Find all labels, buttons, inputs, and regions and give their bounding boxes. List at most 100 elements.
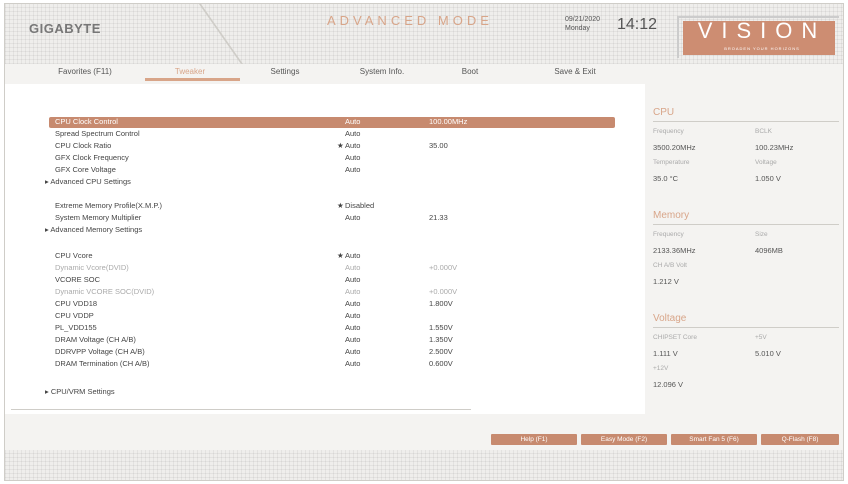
setting-value: Auto — [345, 141, 361, 150]
submenu-advanced-cpu[interactable]: ▸ Advanced CPU Settings — [45, 177, 615, 188]
setting-value: Auto — [345, 287, 361, 296]
setting-value: Auto — [345, 213, 361, 222]
memory-frequency-label: Frequency — [653, 231, 684, 238]
voltage-section-title: Voltage — [653, 313, 687, 324]
memory-volt-label: CH A/B Volt — [653, 262, 687, 269]
help-button[interactable]: Help (F1) — [491, 434, 577, 445]
cpu-frequency-value: 3500.20MHz — [653, 143, 696, 152]
plus12v-label: +12V — [653, 365, 669, 372]
memory-size-value: 4096MB — [755, 246, 783, 255]
setting-label: CPU VDDP — [55, 311, 94, 320]
setting-label: System Memory Multiplier — [55, 213, 142, 222]
cpu-temperature-value: 35.0 °C — [653, 174, 679, 183]
smart-fan-button[interactable]: Smart Fan 5 (F6) — [671, 434, 757, 445]
star-icon: ★ — [337, 141, 344, 150]
time-display: 14:12 — [617, 16, 658, 33]
setting-row-spread-spectrum[interactable]: Spread Spectrum Control Auto — [49, 129, 615, 140]
setting-row-cpu-vdd18[interactable]: CPU VDD18 Auto 1.800V — [49, 299, 615, 310]
cpu-temperature-label: Temperature — [653, 159, 690, 166]
submenu-label: ▸ CPU/VRM Settings — [45, 387, 115, 396]
setting-value: Auto — [345, 129, 361, 138]
setting-row-cpu-clock-ratio[interactable]: CPU Clock Ratio ★ Auto 35.00 — [49, 141, 615, 152]
setting-label: GFX Clock Frequency — [55, 153, 129, 162]
setting-label: CPU Vcore — [55, 251, 93, 260]
setting-label: Spread Spectrum Control — [55, 129, 140, 138]
cpu-voltage-label: Voltage — [755, 159, 777, 166]
brand-logo: GIGABYTE — [29, 21, 101, 36]
plus5v-label: +5V — [755, 334, 767, 341]
setting-readout: 100.00MHz — [429, 117, 468, 126]
setting-label: DRAM Termination (CH A/B) — [55, 359, 150, 368]
setting-row-vcore-soc[interactable]: VCORE SOC Auto — [49, 275, 615, 286]
tab-settings[interactable]: Settings — [250, 67, 320, 76]
memory-volt-value: 1.212 V — [653, 277, 679, 286]
setting-value: Auto — [345, 311, 361, 320]
tab-save-exit[interactable]: Save & Exit — [540, 67, 610, 76]
setting-readout: 1.350V — [429, 335, 453, 344]
setting-row-dynamic-vcore[interactable]: Dynamic Vcore(DVID) Auto +0.000V — [49, 263, 615, 274]
setting-row-cpu-clock-control[interactable]: CPU Clock Control Auto 100.00MHz — [49, 117, 615, 128]
setting-readout: +0.000V — [429, 287, 458, 296]
setting-value: Auto — [345, 347, 361, 356]
setting-row-gfx-voltage[interactable]: GFX Core Voltage Auto — [49, 165, 615, 176]
vision-logo: VISION — [697, 18, 827, 43]
setting-label: CPU Clock Ratio — [55, 141, 112, 150]
tab-boot[interactable]: Boot — [435, 67, 505, 76]
setting-readout: 0.600V — [429, 359, 453, 368]
setting-value: Auto — [345, 275, 361, 284]
setting-label: DDRVPP Voltage (CH A/B) — [55, 347, 145, 356]
tab-favorites[interactable]: Favorites (F11) — [50, 67, 120, 76]
memory-section-title: Memory — [653, 210, 690, 221]
plus12v-value: 12.096 V — [653, 380, 684, 389]
setting-row-pl-vdd155[interactable]: PL_VDD155 Auto 1.550V — [49, 323, 615, 334]
setting-readout: +0.000V — [429, 263, 458, 272]
setting-value: Auto — [345, 165, 361, 174]
q-flash-button[interactable]: Q-Flash (F8) — [761, 434, 839, 445]
bios-frame: GIGABYTE ADVANCED MODE 09/21/2020 Monday… — [4, 3, 844, 481]
submenu-advanced-memory[interactable]: ▸ Advanced Memory Settings — [45, 225, 615, 236]
memory-frequency-value: 2133.36MHz — [653, 246, 696, 255]
cpu-bclk-label: BCLK — [755, 128, 772, 135]
cpu-voltage-value: 1.050 V — [755, 174, 781, 183]
tab-system-info[interactable]: System Info. — [347, 67, 417, 76]
cpu-section-title: CPU — [653, 107, 675, 118]
date-display: 09/21/2020 Monday — [565, 15, 600, 33]
setting-value: Auto — [345, 263, 361, 272]
weekday-text: Monday — [565, 25, 590, 32]
setting-value: Auto — [345, 299, 361, 308]
setting-row-dram-voltage[interactable]: DRAM Voltage (CH A/B) Auto 1.350V — [49, 335, 615, 346]
content-divider — [11, 409, 471, 410]
setting-label: Extreme Memory Profile(X.M.P.) — [55, 201, 162, 210]
setting-row-cpu-vddp[interactable]: CPU VDDP Auto — [49, 311, 615, 322]
setting-row-ddrvpp-voltage[interactable]: DDRVPP Voltage (CH A/B) Auto 2.500V — [49, 347, 615, 358]
active-tab-underline — [145, 78, 240, 81]
setting-readout: 21.33 — [429, 213, 448, 222]
plus5v-value: 5.010 V — [755, 349, 781, 358]
footer-texture — [5, 450, 843, 480]
submenu-cpu-vrm[interactable]: ▸ CPU/VRM Settings — [45, 387, 615, 398]
tab-tweaker[interactable]: Tweaker — [155, 67, 225, 76]
cpu-bclk-value: 100.23MHz — [755, 143, 794, 152]
setting-value: Auto — [345, 117, 361, 126]
setting-value: Auto — [345, 153, 361, 162]
voltage-section-line — [653, 327, 839, 328]
star-icon: ★ — [337, 251, 344, 260]
setting-value: Disabled — [345, 201, 375, 210]
setting-readout: 2.500V — [429, 347, 453, 356]
memory-size-label: Size — [755, 231, 768, 238]
setting-row-cpu-vcore[interactable]: CPU Vcore ★ Auto — [49, 251, 615, 262]
mode-title: ADVANCED MODE — [327, 13, 493, 28]
setting-row-dram-termination[interactable]: DRAM Termination (CH A/B) Auto 0.600V — [49, 359, 615, 370]
setting-row-xmp[interactable]: Extreme Memory Profile(X.M.P.) ★ Disable… — [49, 201, 615, 212]
cpu-section-line — [653, 121, 839, 122]
setting-row-dynamic-vcore-soc[interactable]: Dynamic VCORE SOC(DVID) Auto +0.000V — [49, 287, 615, 298]
setting-readout: 1.800V — [429, 299, 453, 308]
star-icon: ★ — [337, 201, 344, 210]
setting-row-memory-multiplier[interactable]: System Memory Multiplier Auto 21.33 — [49, 213, 615, 224]
setting-row-gfx-clock[interactable]: GFX Clock Frequency Auto — [49, 153, 615, 164]
tab-bar: Favorites (F11) Tweaker Settings System … — [5, 64, 645, 80]
chipset-core-label: CHIPSET Core — [653, 334, 697, 341]
easy-mode-button[interactable]: Easy Mode (F2) — [581, 434, 667, 445]
setting-label: CPU Clock Control — [55, 117, 118, 126]
setting-readout: 35.00 — [429, 141, 448, 150]
